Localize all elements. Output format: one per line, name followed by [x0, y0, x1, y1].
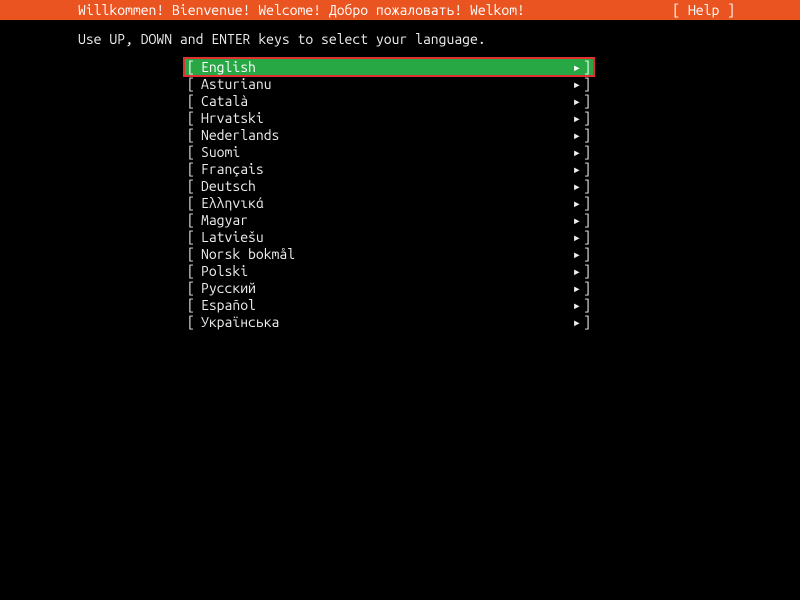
language-name: Magyar: [201, 212, 563, 229]
language-item[interactable]: [Nederlands▸]: [185, 127, 593, 144]
help-button[interactable]: [ Help ]: [672, 0, 780, 20]
language-name: Ελληνικά: [201, 195, 563, 212]
header-bar: Willkommen! Bienvenue! Welcome! Добро по…: [0, 0, 800, 20]
bracket-open: [: [185, 161, 201, 178]
language-item[interactable]: [Українська▸]: [185, 314, 593, 331]
bracket-close: ]: [581, 161, 593, 178]
bracket-open: [: [185, 127, 201, 144]
language-item[interactable]: [Polski▸]: [185, 263, 593, 280]
bracket-open: [: [185, 229, 201, 246]
bracket-open: [: [185, 246, 201, 263]
language-name: Hrvatski: [201, 110, 563, 127]
bracket-open: [: [185, 76, 201, 93]
bracket-open: [: [185, 263, 201, 280]
submenu-arrow-icon: ▸: [563, 144, 581, 161]
bracket-open: [: [185, 93, 201, 110]
bracket-open: [: [185, 110, 201, 127]
bracket-open: [: [185, 59, 201, 76]
bracket-close: ]: [581, 110, 593, 127]
bracket-close: ]: [581, 93, 593, 110]
language-name: English: [201, 59, 563, 76]
language-name: Suomi: [201, 144, 563, 161]
submenu-arrow-icon: ▸: [563, 178, 581, 195]
bracket-close: ]: [581, 246, 593, 263]
submenu-arrow-icon: ▸: [563, 93, 581, 110]
submenu-arrow-icon: ▸: [563, 246, 581, 263]
language-name: Русский: [201, 280, 563, 297]
submenu-arrow-icon: ▸: [563, 127, 581, 144]
language-item[interactable]: [Asturianu▸]: [185, 76, 593, 93]
language-item[interactable]: [Hrvatski▸]: [185, 110, 593, 127]
header-title: Willkommen! Bienvenue! Welcome! Добро по…: [20, 0, 525, 20]
bracket-open: [: [185, 297, 201, 314]
bracket-close: ]: [581, 144, 593, 161]
language-name: Українська: [201, 314, 563, 331]
language-item[interactable]: [Norsk bokmål▸]: [185, 246, 593, 263]
bracket-open: [: [185, 178, 201, 195]
language-item[interactable]: [Latviešu▸]: [185, 229, 593, 246]
language-name: Polski: [201, 263, 563, 280]
submenu-arrow-icon: ▸: [563, 161, 581, 178]
bracket-close: ]: [581, 280, 593, 297]
language-list: [English▸][Asturianu▸][Català▸][Hrvatski…: [0, 59, 800, 331]
language-name: Latviešu: [201, 229, 563, 246]
bracket-open: [: [185, 280, 201, 297]
language-name: Català: [201, 93, 563, 110]
language-item[interactable]: [Català▸]: [185, 93, 593, 110]
language-name: Español: [201, 297, 563, 314]
language-name: Nederlands: [201, 127, 563, 144]
language-item[interactable]: [Deutsch▸]: [185, 178, 593, 195]
submenu-arrow-icon: ▸: [563, 280, 581, 297]
bracket-close: ]: [581, 76, 593, 93]
bracket-open: [: [185, 195, 201, 212]
language-item[interactable]: [English▸]: [185, 59, 593, 76]
submenu-arrow-icon: ▸: [563, 314, 581, 331]
bracket-close: ]: [581, 195, 593, 212]
bracket-close: ]: [581, 229, 593, 246]
bracket-open: [: [185, 144, 201, 161]
language-name: Norsk bokmål: [201, 246, 563, 263]
submenu-arrow-icon: ▸: [563, 110, 581, 127]
language-item[interactable]: [Français▸]: [185, 161, 593, 178]
bracket-close: ]: [581, 178, 593, 195]
submenu-arrow-icon: ▸: [563, 229, 581, 246]
bracket-close: ]: [581, 263, 593, 280]
bracket-close: ]: [581, 297, 593, 314]
language-name: Asturianu: [201, 76, 563, 93]
bracket-open: [: [185, 314, 201, 331]
language-item[interactable]: [Suomi▸]: [185, 144, 593, 161]
instruction-text: Use UP, DOWN and ENTER keys to select yo…: [0, 31, 800, 47]
submenu-arrow-icon: ▸: [563, 212, 581, 229]
bracket-open: [: [185, 212, 201, 229]
language-item[interactable]: [Español▸]: [185, 297, 593, 314]
submenu-arrow-icon: ▸: [563, 297, 581, 314]
language-item[interactable]: [Русский▸]: [185, 280, 593, 297]
language-name: Français: [201, 161, 563, 178]
submenu-arrow-icon: ▸: [563, 59, 581, 76]
language-item[interactable]: [Magyar▸]: [185, 212, 593, 229]
bracket-close: ]: [581, 314, 593, 331]
language-name: Deutsch: [201, 178, 563, 195]
submenu-arrow-icon: ▸: [563, 195, 581, 212]
submenu-arrow-icon: ▸: [563, 263, 581, 280]
content-area: Use UP, DOWN and ENTER keys to select yo…: [0, 20, 800, 339]
bracket-close: ]: [581, 127, 593, 144]
bracket-close: ]: [581, 212, 593, 229]
language-item[interactable]: [Ελληνικά▸]: [185, 195, 593, 212]
submenu-arrow-icon: ▸: [563, 76, 581, 93]
bracket-close: ]: [581, 59, 593, 76]
